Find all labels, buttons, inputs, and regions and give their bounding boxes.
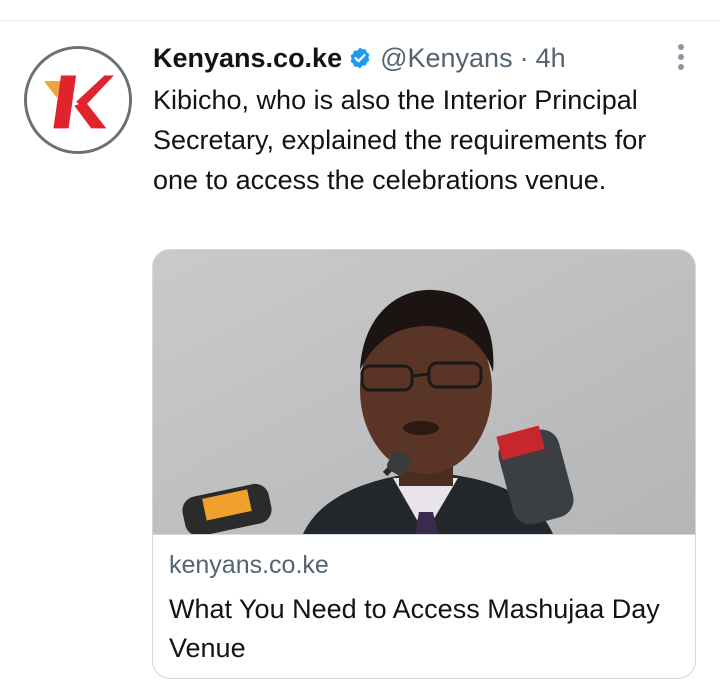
card-domain: kenyans.co.ke: [169, 551, 329, 579]
card-image: [153, 250, 695, 534]
user-handle[interactable]: @Kenyans: [380, 43, 512, 74]
card-title[interactable]: What You Need to Access Mashujaa Day Ven…: [169, 590, 679, 668]
kenyans-logo-icon: [27, 49, 129, 151]
link-card[interactable]: kenyans.co.ke What You Need to Access Ma…: [152, 249, 696, 679]
separator-dot: ·: [519, 42, 529, 73]
top-divider: [0, 20, 720, 21]
card-divider: [153, 534, 695, 535]
tweet-text: Kibicho, who is also the Interior Princi…: [153, 85, 647, 195]
display-name[interactable]: Kenyans.co.ke: [153, 43, 342, 74]
tweet-header: Kenyans.co.ke @Kenyans · 4h: [153, 40, 566, 76]
more-options-icon[interactable]: [674, 40, 688, 74]
avatar[interactable]: [24, 46, 132, 154]
timestamp[interactable]: 4h: [536, 43, 566, 74]
verified-badge-icon: [348, 46, 372, 70]
